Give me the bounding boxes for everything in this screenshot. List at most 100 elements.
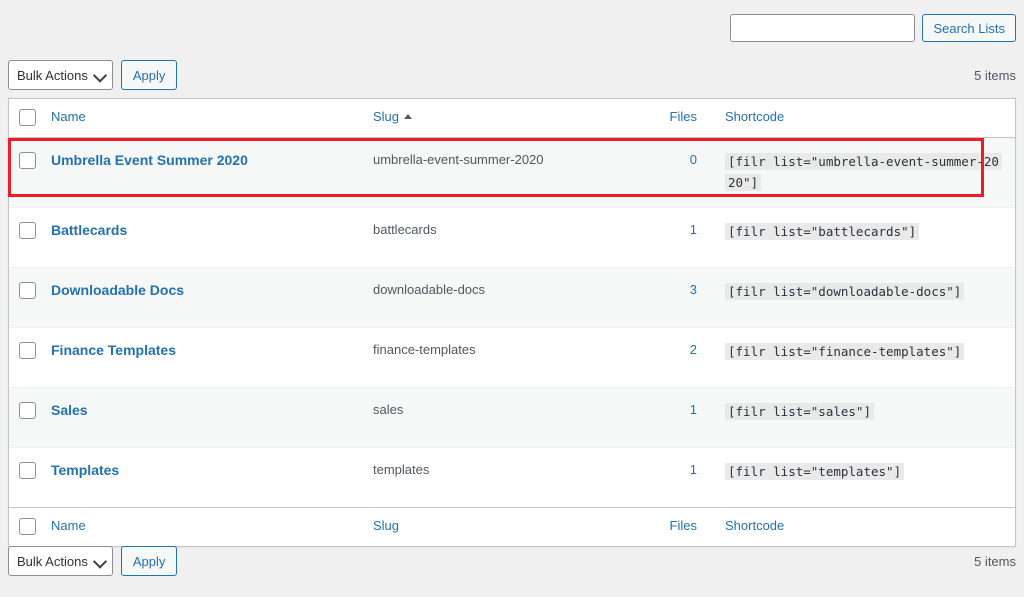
table-row: Umbrella Event Summer 2020 umbrella-even…	[9, 137, 1015, 208]
row-name-link[interactable]: Templates	[51, 462, 119, 478]
column-header-files[interactable]: Files	[603, 99, 713, 138]
row-shortcode-cell: [filr list="battlecards"]	[713, 207, 1015, 268]
row-shortcode-cell: [filr list="umbrella-event-summer-2020"]	[713, 137, 1015, 208]
row-slug-cell: finance-templates	[373, 327, 603, 388]
column-footer-slug-label[interactable]: Slug	[373, 518, 399, 533]
row-shortcode-code: [filr list="umbrella-event-summer-2020"]	[725, 151, 1002, 195]
row-checkbox[interactable]	[19, 151, 36, 169]
row-shortcode-cell: [filr list="downloadable-docs"]	[713, 267, 1015, 328]
row-name-link[interactable]: Sales	[51, 402, 88, 418]
row-checkbox[interactable]	[19, 282, 36, 300]
row-files-cell: 1	[603, 387, 713, 448]
column-footer-slug[interactable]: Slug	[373, 507, 603, 546]
row-files-link[interactable]: 1	[690, 462, 697, 477]
row-checkbox-cell	[9, 327, 51, 388]
row-checkbox-cell	[9, 137, 51, 208]
row-name-cell: Umbrella Event Summer 2020	[51, 137, 373, 208]
row-checkbox[interactable]	[19, 462, 36, 480]
row-slug-text: battlecards	[373, 222, 437, 238]
row-shortcode-code: [filr list="templates"]	[725, 461, 1001, 483]
row-shortcode-code: [filr list="finance-templates"]	[725, 341, 1001, 363]
search-input[interactable]	[730, 14, 916, 42]
search-lists-button[interactable]: Search Lists	[922, 14, 1016, 42]
row-shortcode-code: [filr list="sales"]	[725, 401, 1001, 423]
row-files-link[interactable]: 1	[690, 222, 697, 237]
row-slug-text: finance-templates	[373, 342, 476, 358]
row-name-cell: Templates	[51, 447, 373, 508]
row-files-cell: 1	[603, 207, 713, 268]
column-footer-shortcode[interactable]: Shortcode	[713, 507, 1015, 546]
row-files-cell: 0	[603, 137, 713, 208]
select-all-checkbox-bottom[interactable]	[19, 518, 36, 536]
row-checkbox-cell	[9, 207, 51, 268]
column-header-name[interactable]: Name	[51, 99, 373, 138]
column-footer-files[interactable]: Files	[603, 507, 713, 546]
wp-list-table-page: Search Lists Bulk Actions Apply 5 items …	[0, 0, 1024, 597]
table-footer-row: Name Slug Files Shortcode	[9, 507, 1015, 546]
table-head: Name Slug Files Shortcode	[9, 99, 1015, 138]
table-row: Downloadable Docs downloadable-docs 3 [f…	[9, 267, 1015, 328]
lists-table-wrapper: Name Slug Files Shortcode Umbrella Event…	[8, 98, 1016, 547]
row-name-cell: Sales	[51, 387, 373, 448]
tablenav-bottom: Bulk Actions Apply 5 items	[8, 546, 1016, 576]
lists-table: Name Slug Files Shortcode Umbrella Event…	[9, 99, 1015, 546]
column-footer-files-label[interactable]: Files	[670, 518, 697, 533]
row-slug-text: downloadable-docs	[373, 282, 486, 298]
bulk-actions-label-bottom: Bulk Actions	[17, 553, 88, 569]
select-all-header	[9, 99, 51, 138]
row-slug-text: templates	[373, 462, 430, 478]
row-shortcode-cell: [filr list="templates"]	[713, 447, 1015, 508]
search-box: Search Lists	[730, 14, 1016, 42]
column-header-files-label[interactable]: Files	[670, 109, 697, 124]
table-row: Finance Templates finance-templates 2 [f…	[9, 327, 1015, 388]
apply-button-top[interactable]: Apply	[120, 60, 178, 90]
table-row: Sales sales 1 [filr list="sales"]	[9, 387, 1015, 448]
table-header-row: Name Slug Files Shortcode	[9, 99, 1015, 138]
row-files-cell: 2	[603, 327, 713, 388]
column-header-slug[interactable]: Slug	[373, 99, 603, 138]
row-slug-cell: sales	[373, 387, 603, 448]
triangle-up-icon	[404, 114, 413, 119]
bulk-actions-select-bottom[interactable]: Bulk Actions	[8, 546, 113, 576]
row-shortcode-text: [filr list="finance-templates"]	[725, 343, 965, 361]
column-footer-name-label[interactable]: Name	[51, 518, 86, 533]
column-header-slug-label[interactable]: Slug	[373, 109, 399, 124]
select-all-footer	[9, 507, 51, 546]
row-shortcode-text: [filr list="sales"]	[725, 403, 874, 421]
column-header-shortcode-label[interactable]: Shortcode	[725, 109, 784, 124]
chevron-down-icon	[92, 68, 107, 83]
apply-button-bottom[interactable]: Apply	[120, 546, 178, 576]
row-name-link[interactable]: Downloadable Docs	[51, 282, 184, 298]
items-count-top: 5 items	[974, 67, 1016, 83]
column-footer-shortcode-label[interactable]: Shortcode	[725, 518, 784, 533]
column-footer-name[interactable]: Name	[51, 507, 373, 546]
row-files-link[interactable]: 2	[690, 342, 697, 357]
row-checkbox-cell	[9, 267, 51, 328]
bulk-actions-label-top: Bulk Actions	[17, 67, 88, 83]
row-shortcode-text: [filr list="downloadable-docs"]	[725, 283, 965, 301]
select-all-checkbox-top[interactable]	[19, 109, 36, 127]
row-shortcode-code: [filr list="battlecards"]	[725, 221, 1001, 243]
row-shortcode-text: [filr list="templates"]	[725, 463, 905, 481]
row-checkbox[interactable]	[19, 222, 36, 240]
row-shortcode-cell: [filr list="finance-templates"]	[713, 327, 1015, 388]
table-row: Templates templates 1 [filr list="templa…	[9, 447, 1015, 508]
row-slug-cell: templates	[373, 447, 603, 508]
bulk-actions-select-top[interactable]: Bulk Actions	[8, 60, 113, 90]
chevron-down-icon	[92, 554, 107, 569]
row-slug-text: sales	[373, 402, 404, 418]
row-files-link[interactable]: 3	[690, 282, 697, 297]
column-header-name-label[interactable]: Name	[51, 109, 86, 124]
row-files-link[interactable]: 0	[690, 152, 697, 167]
row-name-link[interactable]: Umbrella Event Summer 2020	[51, 152, 248, 168]
tablenav-top: Bulk Actions Apply 5 items	[8, 60, 1016, 90]
row-shortcode-code: [filr list="downloadable-docs"]	[725, 281, 1001, 303]
table-body: Umbrella Event Summer 2020 umbrella-even…	[9, 137, 1015, 508]
row-checkbox[interactable]	[19, 402, 36, 420]
row-checkbox[interactable]	[19, 342, 36, 360]
row-checkbox-cell	[9, 447, 51, 508]
column-header-shortcode[interactable]: Shortcode	[713, 99, 1015, 138]
row-files-link[interactable]: 1	[690, 402, 697, 417]
row-name-link[interactable]: Finance Templates	[51, 342, 176, 358]
row-name-link[interactable]: Battlecards	[51, 222, 127, 238]
